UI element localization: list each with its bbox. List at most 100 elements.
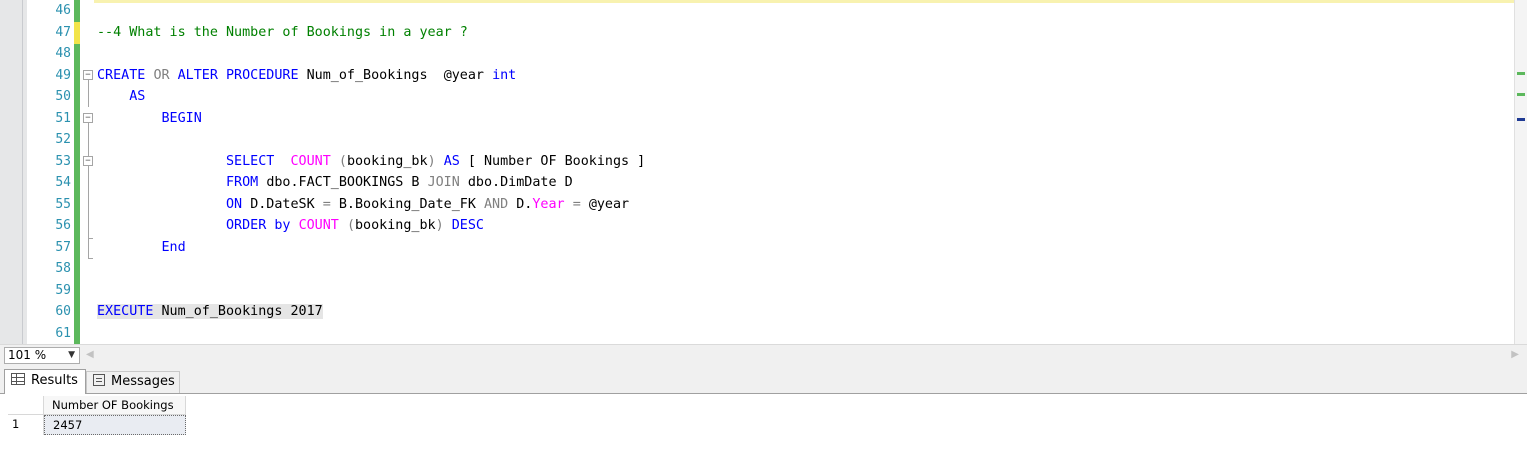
line-number: 61 [55,325,71,341]
keyword: AS [443,153,460,169]
column-alias: [ Number OF Bookings ] [467,153,646,169]
caret-marker [1517,118,1525,121]
collapse-toggle-icon[interactable]: − [83,113,93,123]
keyword: AND [484,196,509,212]
function: COUNT [298,218,339,233]
tab-messages[interactable]: Messages [86,371,180,393]
identifier: B.Booking_Date_FK [338,196,476,212]
keyword: ORDER [226,218,267,233]
keyword: BEGIN [161,110,202,126]
line-number: 50 [55,89,71,104]
keyword: FROM [226,175,259,190]
tab-results[interactable]: Results [4,369,86,394]
parameter: @year [443,67,484,83]
table: dbo.FACT_BOOKINGS B [266,175,420,190]
data-type: int [492,67,517,83]
parameter: @year [588,196,630,212]
identifier: D. [516,196,533,212]
keyword: DESC [451,218,484,233]
line-number: 56 [55,218,71,233]
code-line-60: EXECUTE Num_of_Bookings 2017 [97,301,323,323]
line-number: 55 [55,196,71,212]
operator: = [572,196,581,212]
results-pane: Results Messages Number OF Bookings 1 24… [0,366,1527,467]
selected-text: EXECUTE Num_of_Bookings 2017 [97,304,323,319]
line-number: 58 [55,261,71,276]
operator: = [322,196,331,212]
line-number: 57 [55,239,71,255]
keyword: by [274,218,291,233]
column: booking_bk [346,153,428,169]
line-number: 49 [55,67,71,83]
column-header[interactable]: Number OF Bookings [44,396,186,415]
code-line-56: ORDER by COUNT (booking_bk) DESC [97,215,484,237]
outline-guide-end [88,258,93,259]
identifier: D.DateSK [250,196,315,212]
tab-label: Results [31,373,78,388]
row-header[interactable]: 1 [8,415,44,435]
operator: ( [338,153,347,169]
keyword: SELECT [226,153,275,169]
outline-guide [88,80,89,107]
query-editor[interactable]: 46 47 48 49 50 51 52 53 54 55 56 57 58 5… [0,0,1527,344]
keyword: CREATE [97,67,146,83]
line-number: 59 [55,282,71,298]
code-line-53: SELECT COUNT (booking_bk) AS [ Number OF… [97,151,645,173]
code-line-51: BEGIN [97,108,202,130]
zoom-value: 101 % [8,348,47,362]
keyword: AS [129,89,146,104]
function: COUNT [290,153,331,169]
scroll-right-icon[interactable]: ▶ [1511,349,1519,360]
change-marker [1517,93,1525,96]
column: booking_bk [355,218,436,233]
code-line-54: FROM dbo.FACT_BOOKINGS B JOIN dbo.DimDat… [97,172,573,194]
results-tab-bar: Results Messages [0,366,1527,394]
operator: ( [346,218,355,233]
code-line-57: End [97,237,186,259]
collapse-toggle-icon[interactable]: − [83,70,93,80]
keyword: ALTER [177,67,218,83]
operator: ) [427,153,436,169]
line-number: 47 [55,24,71,40]
vertical-scrollbar-map[interactable] [1514,0,1527,344]
zoom-dropdown[interactable]: 101 % ▼ [4,347,80,364]
sql-comment: --4 What is the Number of Bookings in a … [97,24,468,40]
procedure-name: Num_of_Bookings [306,67,428,83]
code-line-49: CREATE OR ALTER PROCEDURE Num_of_Booking… [97,65,516,87]
outline-guide [88,166,89,238]
chevron-down-icon: ▼ [68,350,75,360]
function: Year [532,196,565,212]
messages-icon [93,374,105,386]
outline-guide [88,123,89,156]
change-marker [1517,72,1525,75]
grid-cell[interactable]: 2457 [44,415,186,435]
line-number: 46 [55,3,71,18]
collapse-toggle-icon[interactable]: − [83,156,93,166]
editor-status-strip: 101 % ▼ ◀ ▶ [0,344,1527,366]
code-area[interactable]: --4 What is the Number of Bookings in a … [94,0,1515,344]
table: dbo.DimDate D [467,175,573,190]
scroll-left-icon[interactable]: ◀ [86,349,94,360]
keyword: PROCEDURE [226,67,299,83]
code-line-55: ON D.DateSK = B.Booking_Date_FK AND D.Ye… [97,194,629,216]
grid-icon [11,373,25,385]
operator: ) [435,218,444,233]
line-number: 54 [55,175,71,190]
line-number: 52 [55,132,71,147]
tab-label: Messages [111,374,175,389]
outline-guide [88,238,89,258]
line-number: 51 [55,110,71,126]
execute-args: Num_of_Bookings 2017 [161,304,323,319]
keyword: JOIN [427,175,460,190]
editor-left-margin [0,0,27,344]
line-number: 48 [55,46,71,61]
line-number: 53 [55,153,71,169]
keyword: ON [226,196,243,212]
code-line-47: --4 What is the Number of Bookings in a … [97,22,468,44]
keyword: EXECUTE [97,304,154,319]
keyword: End [161,239,186,255]
grid-corner[interactable] [8,396,44,415]
line-number: 60 [55,304,71,319]
change-tracking-bar [74,0,80,344]
code-line-50: AS [97,86,145,108]
